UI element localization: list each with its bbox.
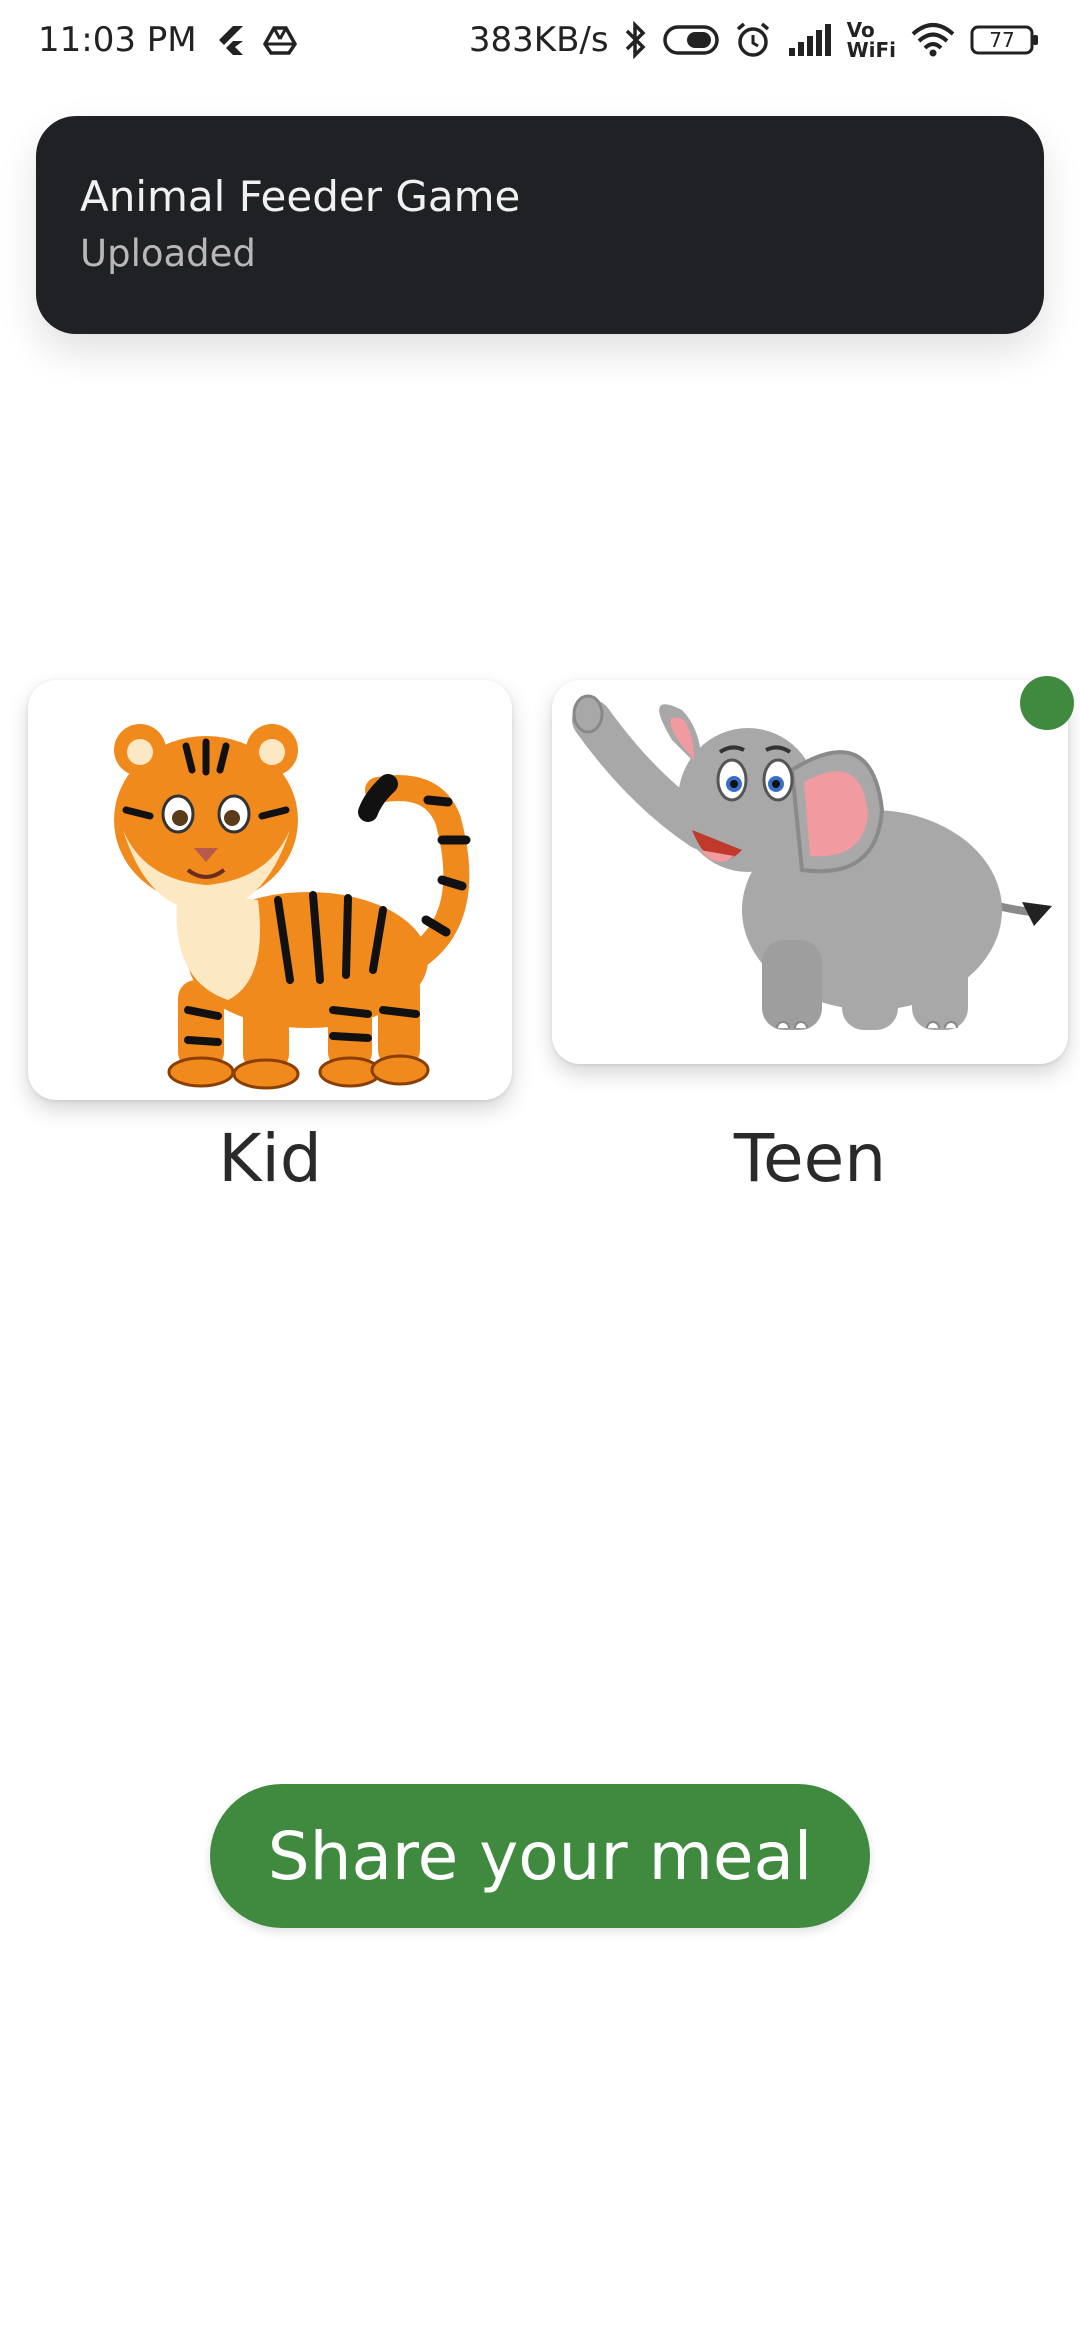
kid-label: Kid — [218, 1120, 322, 1197]
network-speed: 383KB/s — [468, 20, 609, 60]
status-bar: 11:03 PM 383KB/s Vo WiFi 77 — [0, 0, 1080, 90]
battery-level: 77 — [989, 28, 1015, 52]
vowifi-top: Vo — [846, 18, 875, 42]
share-meal-button[interactable]: Share your meal — [210, 1784, 870, 1928]
signal-icon — [787, 22, 833, 58]
vowifi-bottom: WiFi — [846, 38, 896, 62]
flutter-icon — [215, 24, 245, 56]
toggle-icon — [662, 23, 719, 57]
upload-notification[interactable]: Animal Feeder Game Uploaded — [36, 116, 1044, 334]
teen-label: Teen — [733, 1120, 887, 1197]
status-right: 383KB/s Vo WiFi 77 — [469, 20, 1040, 60]
notification-subtitle: Uploaded — [80, 232, 256, 275]
status-time: 11:03 PM — [38, 20, 197, 60]
selected-indicator — [1020, 676, 1074, 730]
vowifi-icon: Vo WiFi — [847, 20, 896, 60]
wifi-icon — [910, 22, 956, 58]
screen: 11:03 PM 383KB/s Vo WiFi 77 Animal Feede… — [0, 0, 1080, 2340]
teen-option-card[interactable] — [552, 680, 1068, 1064]
status-left: 11:03 PM — [38, 20, 297, 60]
drive-icon — [262, 25, 297, 55]
bluetooth-icon — [623, 20, 649, 60]
notification-title: Animal Feeder Game — [80, 172, 521, 221]
tiger-illustration — [114, 724, 471, 1090]
kid-option-card[interactable] — [28, 680, 512, 1100]
elephant-illustration — [572, 694, 1052, 1030]
battery-icon: 77 — [970, 23, 1040, 57]
alarm-icon — [733, 20, 773, 60]
